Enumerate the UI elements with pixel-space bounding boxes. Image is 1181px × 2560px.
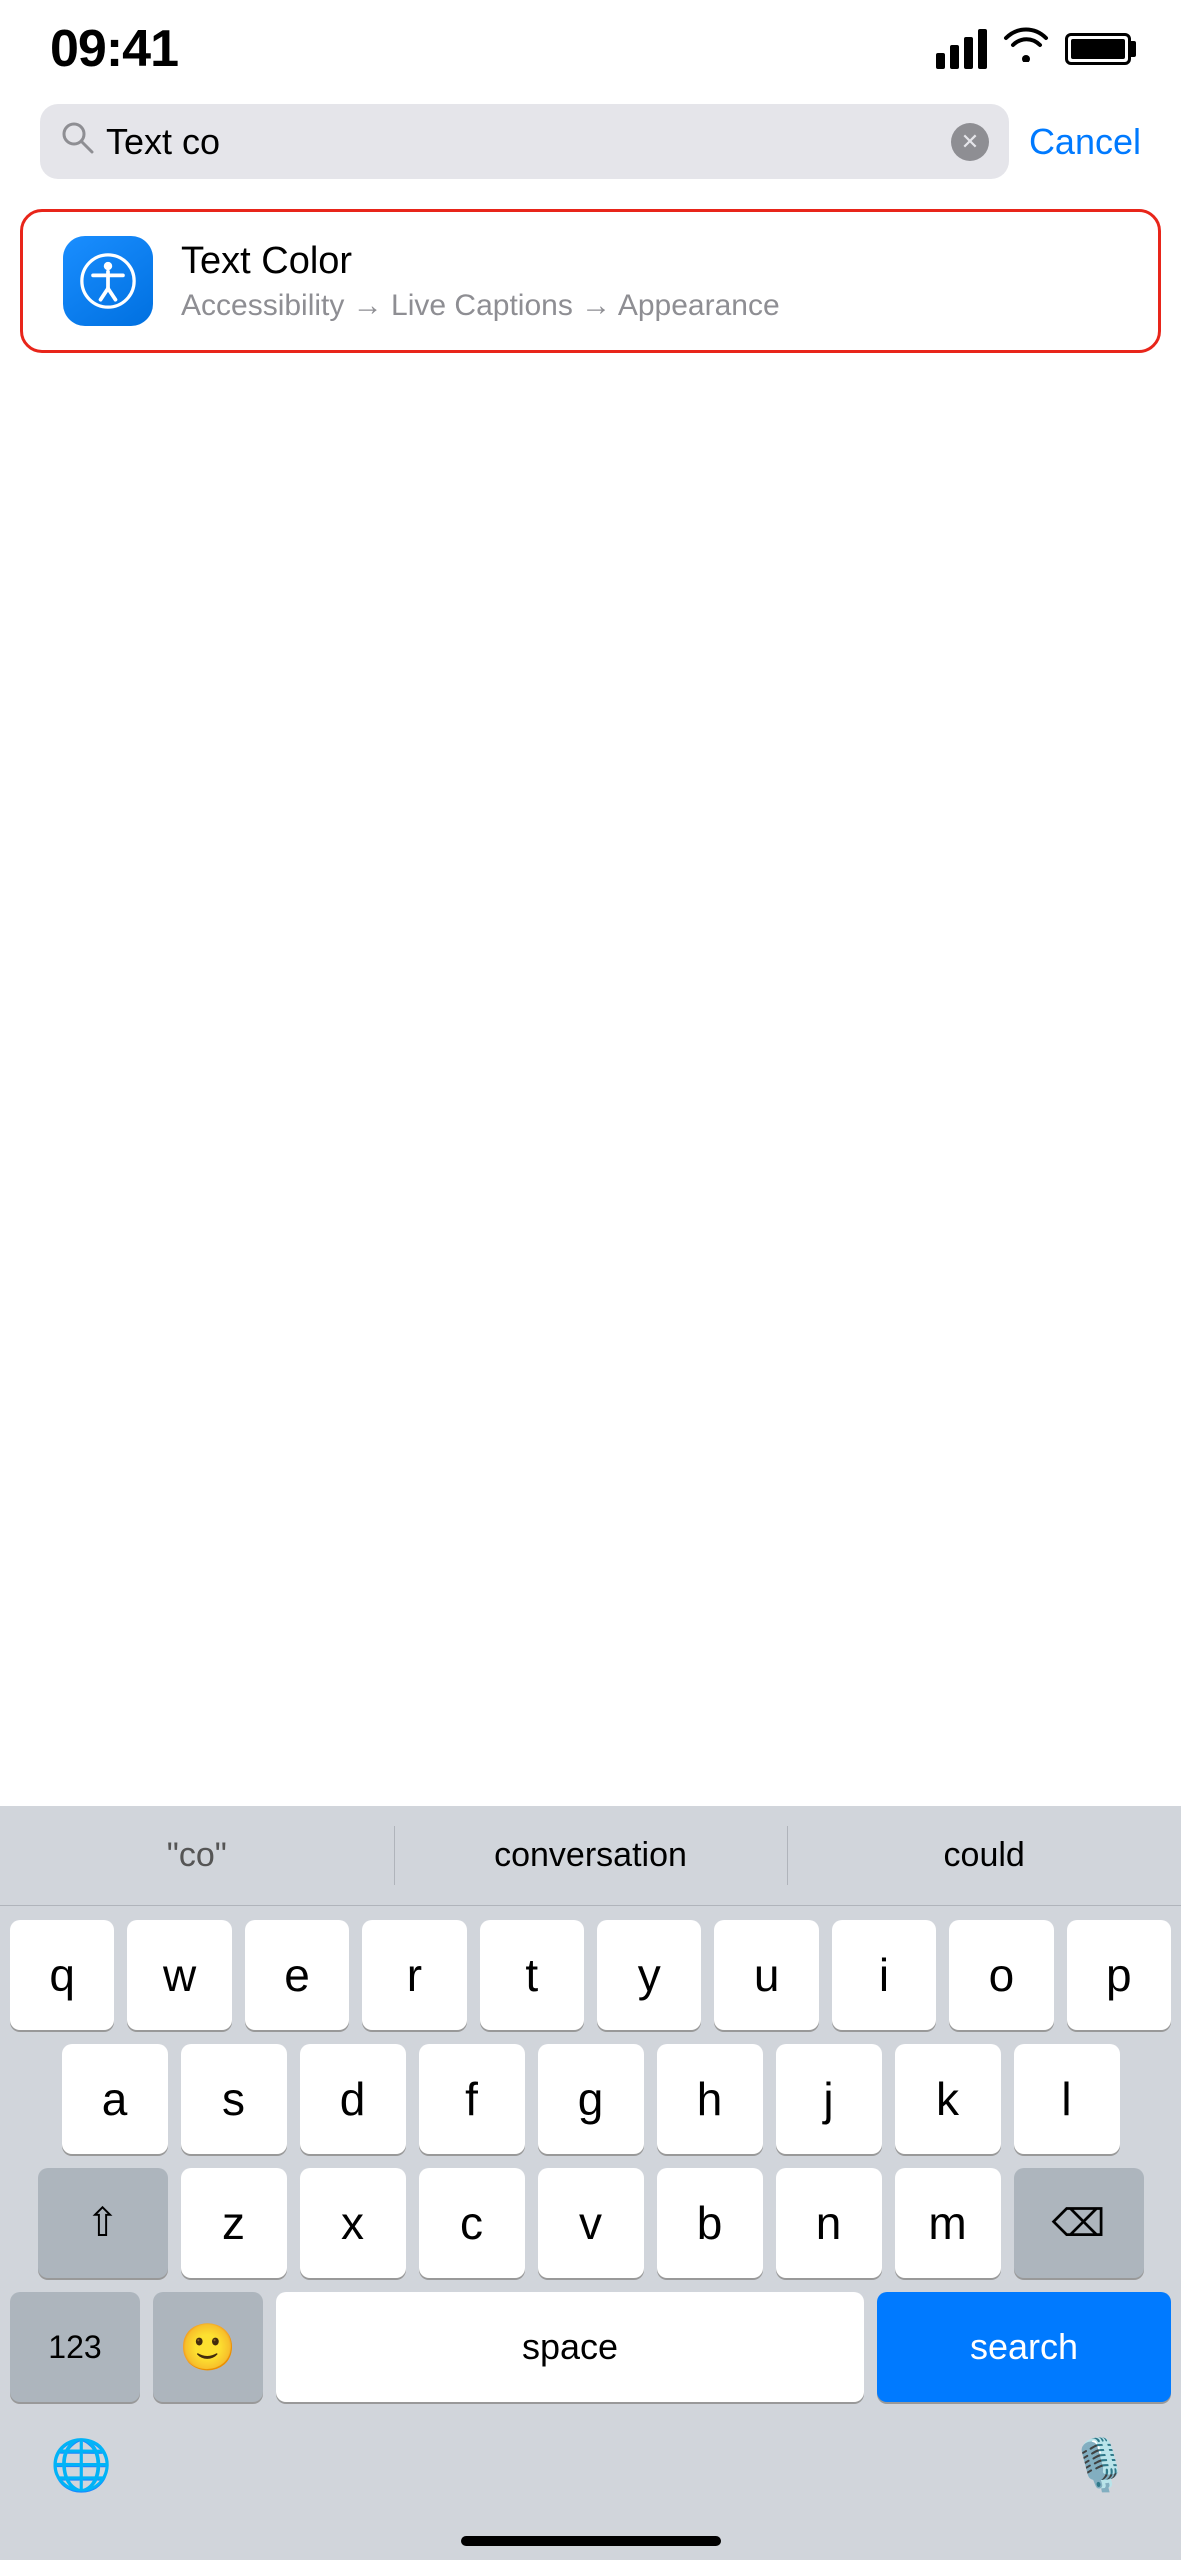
status-time: 09:41 [50,19,178,79]
wifi-icon [1003,26,1049,72]
key-i[interactable]: i [832,1920,936,2030]
key-l[interactable]: l [1014,2044,1120,2154]
key-f[interactable]: f [419,2044,525,2154]
search-input[interactable]: Text co [106,121,939,163]
key-j[interactable]: j [776,2044,882,2154]
key-a[interactable]: a [62,2044,168,2154]
search-bar-container: Text co ✕ Cancel [0,90,1181,193]
space-key[interactable]: space [276,2292,864,2402]
globe-icon[interactable]: 🌐 [50,2436,112,2495]
search-input-wrap[interactable]: Text co ✕ [40,104,1009,179]
result-item-text-color[interactable]: Text Color Accessibility → Live Captions… [20,209,1161,353]
battery-icon [1065,33,1131,65]
key-x[interactable]: x [300,2168,406,2278]
key-c[interactable]: c [419,2168,525,2278]
result-title: Text Color [181,240,1118,283]
key-z[interactable]: z [181,2168,287,2278]
key-row-4: 123 🙂 space search [10,2292,1171,2402]
key-h[interactable]: h [657,2044,763,2154]
key-m[interactable]: m [895,2168,1001,2278]
search-icon [60,120,94,163]
key-row-3: ⇧ z x c v b n m ⌫ [10,2168,1171,2278]
key-b[interactable]: b [657,2168,763,2278]
key-d[interactable]: d [300,2044,406,2154]
status-icons [936,26,1131,72]
keyboard: "co" conversation could q w e r t y u i … [0,1806,1181,2560]
result-path: Accessibility → Live Captions → Appearan… [181,289,1118,323]
key-k[interactable]: k [895,2044,1001,2154]
autocomplete-conversation[interactable]: conversation [394,1806,788,1905]
numbers-key[interactable]: 123 [10,2292,140,2402]
key-rows: q w e r t y u i o p a s d f g h j k l ⇧ … [0,1906,1181,2410]
signal-icon [936,29,987,69]
main-content [0,369,1181,1469]
backspace-key[interactable]: ⌫ [1014,2168,1144,2278]
key-p[interactable]: p [1067,1920,1171,2030]
key-e[interactable]: e [245,1920,349,2030]
key-v[interactable]: v [538,2168,644,2278]
search-clear-button[interactable]: ✕ [951,123,989,161]
autocomplete-bar: "co" conversation could [0,1806,1181,1906]
keyboard-bottom-bar: 🌐 🎙️ [0,2410,1181,2530]
emoji-key[interactable]: 🙂 [153,2292,263,2402]
result-text: Text Color Accessibility → Live Captions… [181,240,1118,323]
search-key[interactable]: search [877,2292,1171,2402]
key-w[interactable]: w [127,1920,231,2030]
key-u[interactable]: u [714,1920,818,2030]
microphone-icon[interactable]: 🎙️ [1069,2436,1131,2495]
key-row-2: a s d f g h j k l [10,2044,1171,2154]
key-r[interactable]: r [362,1920,466,2030]
autocomplete-could[interactable]: could [787,1806,1181,1905]
key-t[interactable]: t [480,1920,584,2030]
accessibility-app-icon [63,236,153,326]
key-row-1: q w e r t y u i o p [10,1920,1171,2030]
key-s[interactable]: s [181,2044,287,2154]
home-indicator [461,2536,721,2546]
search-results: Text Color Accessibility → Live Captions… [0,193,1181,369]
cancel-button[interactable]: Cancel [1029,121,1141,163]
key-o[interactable]: o [949,1920,1053,2030]
autocomplete-co[interactable]: "co" [0,1806,394,1905]
key-n[interactable]: n [776,2168,882,2278]
key-q[interactable]: q [10,1920,114,2030]
shift-key[interactable]: ⇧ [38,2168,168,2278]
key-g[interactable]: g [538,2044,644,2154]
key-y[interactable]: y [597,1920,701,2030]
status-bar: 09:41 [0,0,1181,90]
